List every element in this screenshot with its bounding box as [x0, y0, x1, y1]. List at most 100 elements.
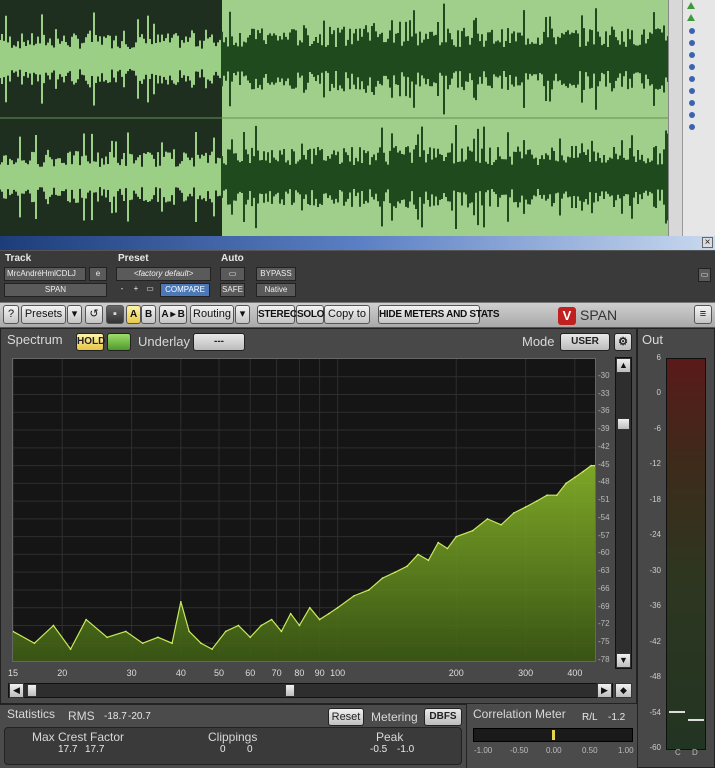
rl-value: -1.2 [608, 712, 626, 723]
spectrum-point [125, 630, 127, 633]
scroll-up-icon[interactable]: ▲ [616, 358, 631, 373]
preset-select[interactable]: <factory default> [116, 267, 211, 281]
brand-name: SPAN [580, 307, 618, 323]
presets-button[interactable]: Presets [21, 305, 66, 324]
y-tick-label: -42 [598, 441, 610, 451]
safe-button[interactable]: SAFE [220, 283, 245, 297]
compare-button[interactable]: COMPARE [160, 283, 210, 297]
spectrum-vertical-scrollbar[interactable]: ▲ ▼ [615, 357, 632, 669]
span-logo: V SPAN [558, 304, 617, 326]
ab-a-button[interactable]: A [126, 305, 141, 324]
correlation-tick-label: 0.00 [546, 746, 562, 755]
y-tick-label: -66 [598, 583, 610, 593]
preset-minus-button[interactable]: - [116, 283, 128, 297]
preset-plus-button[interactable]: + [130, 283, 142, 297]
y-tick-label: -39 [598, 424, 610, 434]
native-button[interactable]: Native [256, 283, 296, 297]
copy-to-button[interactable]: Copy to [324, 305, 370, 324]
help-button[interactable]: ? [3, 305, 19, 324]
marker-triangle-icon[interactable] [687, 2, 695, 9]
marker-dot-icon[interactable] [689, 28, 695, 34]
spectrum-plot[interactable] [12, 358, 596, 662]
scroll-down-icon[interactable]: ▼ [616, 653, 631, 668]
stereo-button[interactable]: STEREO [257, 305, 298, 324]
track-name-field[interactable]: MrcAndréHmlCDLJ [4, 267, 86, 281]
spectrum-point [565, 482, 567, 485]
a-to-b-button[interactable]: A ▸ B [159, 305, 187, 324]
marker-dot-icon[interactable] [689, 40, 695, 46]
x-tick-label: 300 [518, 668, 534, 678]
scroll-right-icon[interactable]: ▶ [597, 683, 612, 698]
metering-select[interactable]: DBFS [424, 708, 462, 726]
hold-indicator[interactable] [107, 333, 131, 351]
spectrum-point [52, 624, 55, 627]
y-tick-label: -75 [598, 637, 610, 647]
scroll-left-icon[interactable]: ◀ [9, 683, 24, 698]
track-channel-select[interactable]: SPAN [4, 283, 107, 297]
spectrum-point [33, 642, 36, 645]
routing-button[interactable]: Routing [190, 305, 234, 324]
spectrum-point [85, 618, 87, 621]
marker-dot-icon[interactable] [689, 124, 695, 130]
y-tick-label: -63 [598, 566, 610, 576]
spectrum-point [353, 595, 355, 597]
out-tick-label: -18 [649, 494, 661, 504]
routing-dropdown-icon[interactable]: ▾ [235, 305, 250, 324]
spectrum-point [446, 547, 449, 550]
gear-icon[interactable]: ⚙ [614, 333, 632, 351]
auto-window-icon[interactable]: ▭ [220, 267, 245, 281]
reset-button[interactable]: Reset [328, 708, 364, 726]
horizontal-scroll-thumb-left[interactable] [27, 684, 37, 697]
marker-dot-icon[interactable] [689, 64, 695, 70]
marker-dot-icon[interactable] [689, 76, 695, 82]
solo-button[interactable]: SOLO [296, 305, 324, 324]
correlation-label: Correlation Meter [473, 707, 566, 721]
marker-dot-icon[interactable] [689, 88, 695, 94]
spectrum-point [318, 618, 321, 621]
hide-meters-button[interactable]: HIDE METERS AND STATS [378, 305, 499, 324]
preset-copy-icon[interactable]: ▭ [144, 283, 156, 297]
correlation-tick-label: -1.00 [474, 746, 493, 755]
menu-icon[interactable]: ≡ [694, 305, 712, 324]
spectrum-point [427, 559, 430, 562]
reset-zoom-icon[interactable]: ◆ [615, 683, 632, 698]
correlation-bar [473, 728, 633, 742]
waveform-view[interactable] [0, 0, 668, 236]
spectrum-point [368, 589, 370, 591]
y-tick-label: -78 [598, 655, 610, 664]
marker-dot-icon[interactable] [689, 52, 695, 58]
spectrum-horizontal-scrollbar[interactable]: ◀ ▶ [8, 683, 613, 698]
ab-b-button[interactable]: B [141, 305, 156, 324]
undo-icon[interactable]: ↺ [85, 305, 103, 324]
out-tick-label: -24 [649, 530, 661, 540]
x-tick-label: 40 [175, 668, 186, 678]
horizontal-scroll-thumb-right[interactable] [285, 684, 295, 697]
marker-triangle-icon[interactable] [687, 14, 695, 21]
underlay-select[interactable]: --- [193, 333, 245, 351]
bypass-button[interactable]: BYPASS [256, 267, 296, 281]
x-tick-label: 200 [448, 668, 464, 678]
mode-select[interactable]: USER [560, 333, 610, 351]
hold-button[interactable]: HOLD [76, 333, 105, 351]
spectrum-point [513, 512, 515, 514]
track-header: Track [5, 253, 32, 264]
redo-icon[interactable]: ▪ [106, 305, 124, 324]
track-suffix-button[interactable]: e [89, 267, 107, 281]
vertical-scroll-thumb[interactable] [617, 418, 630, 430]
marker-dot-icon[interactable] [689, 100, 695, 106]
spectrum-point [260, 624, 263, 627]
y-tick-label: -57 [598, 530, 610, 540]
spectrum-point [381, 577, 384, 579]
plugin-title-bar[interactable] [0, 236, 715, 250]
statistics-label: Statistics [7, 707, 56, 721]
waveform-scrollbar[interactable] [668, 0, 682, 236]
y-tick-label: -48 [598, 477, 610, 487]
marker-dot-icon[interactable] [689, 112, 695, 118]
plugin-menu-icon[interactable]: ▭ [698, 268, 711, 282]
close-icon[interactable]: × [702, 237, 713, 248]
crest-factor-label: Max Crest Factor [32, 730, 125, 744]
spectrum-point [171, 642, 173, 645]
presets-dropdown-icon[interactable]: ▾ [67, 305, 82, 324]
underlay-label: Underlay [138, 334, 191, 349]
out-label: Out [642, 332, 663, 347]
